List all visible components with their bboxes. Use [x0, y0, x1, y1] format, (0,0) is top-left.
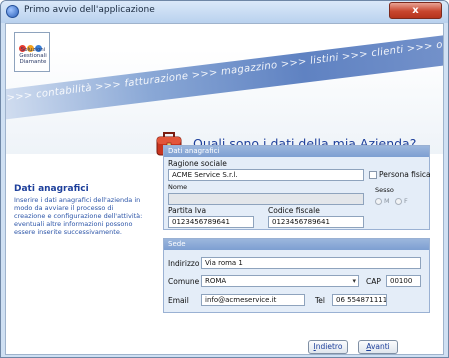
- nome-field[interactable]: [168, 193, 364, 205]
- back-label: ndietro: [315, 342, 343, 351]
- anagrafica-header: Dati anagrafici: [164, 146, 429, 157]
- info-description: Inserire i dati anagrafici dell'azienda …: [14, 196, 143, 236]
- ribbon-text: >>> contabilità >>> fatturazione >>> mag…: [6, 30, 443, 105]
- partita-iva-field[interactable]: 0123456789641: [168, 216, 254, 228]
- banner: >>> contabilità >>> fatturazione >>> mag…: [6, 24, 443, 154]
- cap-label: CAP: [366, 277, 381, 286]
- codice-fiscale-field[interactable]: 0123456789641: [268, 216, 364, 228]
- info-title: Dati anagrafici: [14, 184, 89, 194]
- persona-fisica-checkbox[interactable]: [369, 171, 377, 179]
- app-icon: [6, 5, 19, 18]
- dropdown-arrow-icon: ▾: [352, 277, 356, 285]
- partita-iva-label: Partita Iva: [168, 206, 207, 215]
- module-ribbon: >>> contabilità >>> fatturazione >>> mag…: [6, 30, 443, 124]
- next-button[interactable]: Avanti: [358, 340, 398, 354]
- window-title: Primo avvio dell'applicazione: [24, 5, 155, 15]
- sesso-label: Sesso: [375, 186, 394, 194]
- ragione-sociale-label: Ragione sociale: [168, 159, 227, 168]
- sesso-m-radio[interactable]: [375, 198, 382, 205]
- email-field[interactable]: info@acmeservice.it: [201, 294, 305, 306]
- sesso-f-label: F: [404, 197, 408, 205]
- anagrafica-panel: Dati anagrafici Ragione sociale ACME Ser…: [163, 145, 431, 230]
- persona-fisica-label: Persona fisica: [379, 170, 431, 179]
- sesso-m-label: M: [384, 197, 390, 205]
- wizard-body: >>> contabilità >>> fatturazione >>> mag…: [5, 23, 444, 355]
- company-logo: Soluzioni Gestionali Diamante: [14, 32, 50, 72]
- email-label: Email: [168, 296, 189, 305]
- indirizzo-label: Indirizzo: [168, 259, 200, 268]
- sede-panel: Sede Indirizzo Via roma 1 Comune ROMA ▾ …: [163, 238, 430, 313]
- ragione-sociale-field[interactable]: ACME Service S.r.l.: [168, 169, 364, 181]
- title-bar: Primo avvio dell'applicazione x: [1, 1, 448, 23]
- codice-fiscale-label: Codice fiscale: [268, 206, 320, 215]
- sesso-f-radio[interactable]: [395, 198, 402, 205]
- logo-text: Soluzioni Gestionali Diamante: [19, 47, 47, 65]
- next-label: vanti: [370, 342, 390, 351]
- comune-value: ROMA: [205, 277, 227, 285]
- nome-label: Nome: [168, 183, 188, 191]
- back-button[interactable]: Indietro: [308, 340, 348, 354]
- tel-label: Tel: [315, 296, 326, 305]
- comune-label: Comune: [168, 277, 200, 286]
- tel-field[interactable]: 06 554871111: [332, 294, 387, 306]
- sede-header: Sede: [164, 239, 429, 250]
- app-window: Primo avvio dell'applicazione x >>> cont…: [0, 0, 449, 358]
- close-button[interactable]: x: [389, 2, 442, 19]
- cap-field[interactable]: 00100: [386, 275, 421, 287]
- comune-select[interactable]: ROMA ▾: [201, 275, 359, 287]
- indirizzo-field[interactable]: Via roma 1: [201, 257, 421, 269]
